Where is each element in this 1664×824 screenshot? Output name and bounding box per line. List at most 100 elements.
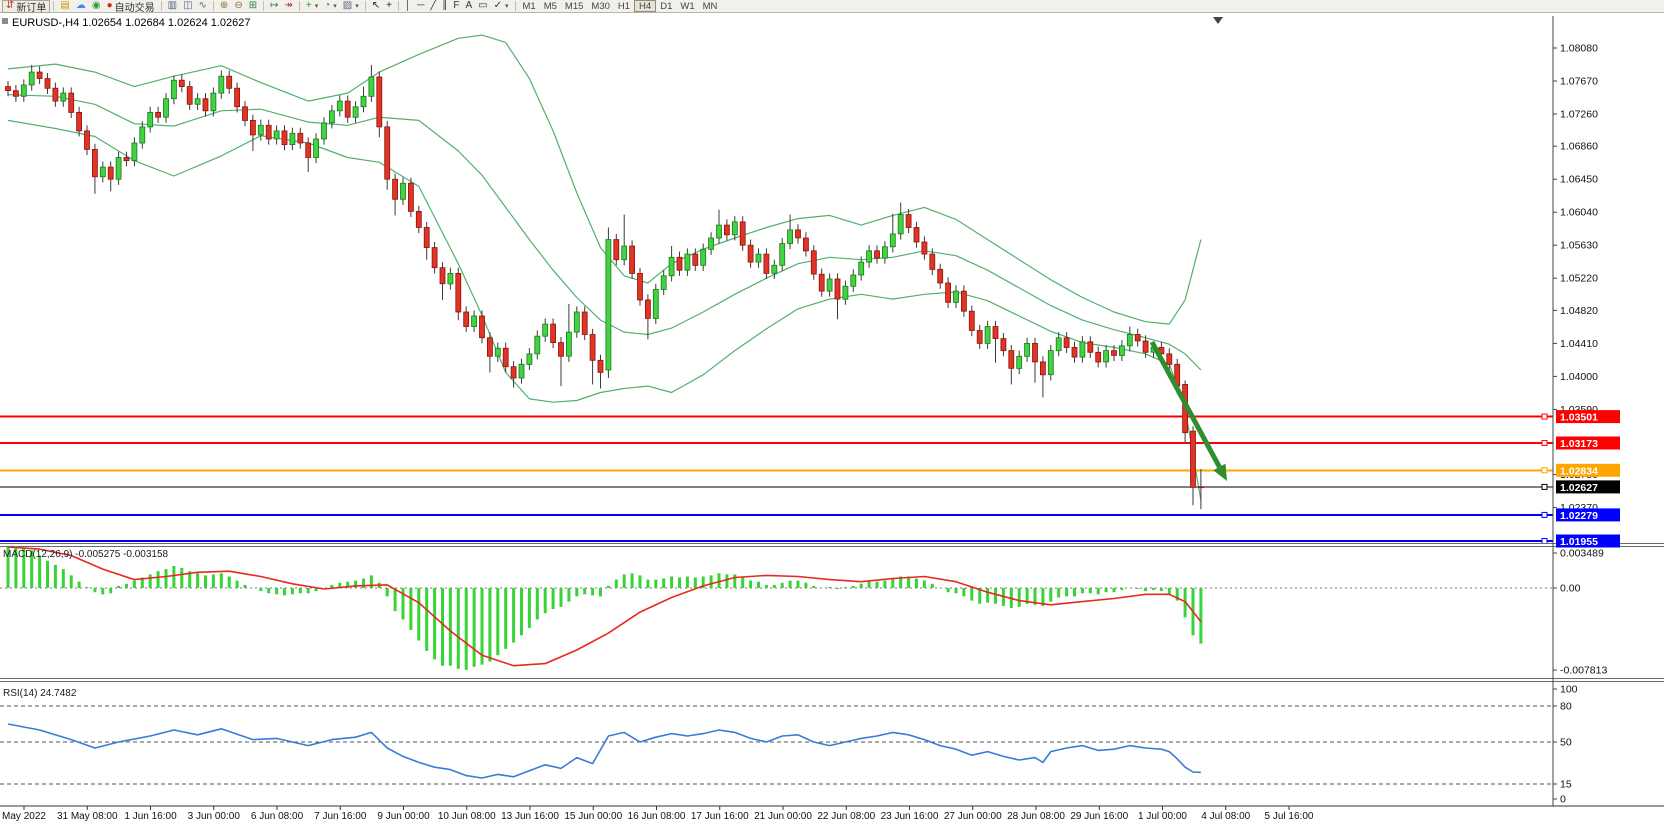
periods-button[interactable]: ◔▾ — [321, 0, 340, 12]
new-order-button[interactable]: ⇵新订单 — [2, 0, 50, 13]
equidistant-channel-button[interactable]: ∥ — [439, 0, 450, 12]
candle — [132, 143, 137, 161]
candle — [985, 327, 990, 344]
candle — [574, 312, 579, 332]
label-button[interactable]: ▭ — [475, 0, 490, 12]
candle — [385, 127, 390, 179]
price-line-handle[interactable] — [1542, 512, 1547, 517]
tile-windows-button[interactable]: ⊞ — [246, 0, 260, 12]
timeframe-mn[interactable]: MN — [699, 1, 722, 12]
price-line-handle[interactable] — [1542, 440, 1547, 445]
bar-chart-button[interactable]: ▥ — [165, 0, 180, 12]
time-tick-label: 6 Jun 08:00 — [251, 811, 304, 822]
candle — [882, 247, 887, 258]
price-line-badge-label: 1.02279 — [1560, 510, 1598, 522]
price-tick-label: 1.05220 — [1560, 273, 1598, 285]
candle — [424, 228, 429, 248]
timeframe-h1[interactable]: H1 — [614, 1, 634, 12]
candle — [669, 257, 674, 276]
timeframe-d1[interactable]: D1 — [656, 1, 676, 12]
candle — [456, 273, 461, 312]
macd-indicator-label: MACD(12,26,9) -0.005275 -0.003158 — [3, 549, 169, 560]
templates-button[interactable]: ▨▾ — [340, 0, 362, 12]
zoom-out-icon: ⊖ — [234, 1, 242, 11]
candle — [416, 211, 421, 227]
time-tick-label: 13 Jun 16:00 — [501, 811, 559, 822]
candle — [1048, 351, 1053, 375]
candle — [772, 265, 777, 273]
candle — [1127, 335, 1132, 346]
candle — [930, 254, 935, 269]
candle — [329, 111, 334, 123]
templates-icon: ▨ — [343, 1, 352, 11]
candle — [859, 262, 864, 275]
auto-scroll-button[interactable]: ↦ — [267, 0, 281, 12]
time-tick-label: 21 Jun 00:00 — [754, 811, 812, 822]
time-tick-label: 5 Jul 16:00 — [1265, 811, 1314, 822]
cursor-button[interactable]: ↖ — [369, 0, 383, 12]
candle — [203, 99, 208, 111]
timeframe-m15[interactable]: M15 — [561, 1, 587, 12]
candle — [258, 125, 263, 135]
text-button[interactable]: A — [462, 0, 475, 12]
timeframe-h4[interactable]: H4 — [634, 0, 656, 12]
fibonacci-icon: F — [453, 1, 459, 11]
timeframe-m30[interactable]: M30 — [587, 1, 613, 12]
candle — [645, 300, 650, 319]
candle — [298, 133, 303, 143]
signals-button[interactable]: ◉ — [89, 0, 104, 12]
price-line-handle[interactable] — [1542, 468, 1547, 473]
cloud-button[interactable]: ☁ — [73, 0, 89, 12]
auto-trading-button[interactable]: ●自动交易 — [104, 0, 158, 12]
timeframe-m5[interactable]: M5 — [540, 1, 561, 12]
indicators-button[interactable]: +▾ — [303, 0, 321, 12]
candle — [622, 246, 627, 260]
candle — [345, 101, 350, 117]
periods-icon: ◔ — [324, 1, 330, 11]
candle — [13, 91, 18, 97]
candle — [653, 290, 658, 319]
price-line-handle[interactable] — [1542, 484, 1547, 489]
arrows-button[interactable]: ✓▾ — [491, 0, 512, 12]
zoom-out-button[interactable]: ⊖ — [231, 0, 245, 12]
market-watch-button[interactable]: ▤ — [57, 0, 72, 12]
candle — [250, 120, 255, 134]
candle — [100, 167, 105, 177]
candle — [408, 183, 413, 211]
horizontal-line-button[interactable]: ─ — [414, 0, 427, 12]
candle — [1025, 343, 1030, 356]
horizontal-line-icon: ─ — [417, 1, 424, 11]
macd-tick-label: 0.00 — [1560, 583, 1581, 595]
price-line-handle[interactable] — [1542, 414, 1547, 419]
line-chart-button[interactable]: ∿ — [196, 0, 210, 12]
candle — [819, 274, 824, 291]
price-line-handle[interactable] — [1542, 539, 1547, 544]
toolbar-separator — [299, 1, 300, 11]
candle — [1064, 338, 1069, 348]
candle — [590, 335, 595, 361]
toolbar-separator — [263, 1, 264, 11]
trendline-button[interactable]: ╱ — [427, 0, 439, 12]
candle — [1191, 431, 1196, 487]
timeframe-w1[interactable]: W1 — [676, 1, 698, 12]
time-tick-label: 3 Jun 00:00 — [188, 811, 241, 822]
vertical-line-button[interactable]: │ — [402, 0, 414, 12]
chart-shift-button[interactable]: ↠ — [281, 0, 295, 12]
time-tick-label: 4 Jul 08:00 — [1201, 811, 1250, 822]
fibonacci-button[interactable]: F — [450, 0, 462, 12]
candle — [582, 312, 587, 335]
candle — [448, 273, 453, 284]
crosshair-button[interactable]: + — [383, 0, 395, 12]
trendline-icon: ╱ — [430, 1, 436, 11]
price-tick-label: 1.06040 — [1560, 207, 1598, 219]
candle — [314, 139, 319, 158]
zoom-in-button[interactable]: ⊕ — [217, 0, 231, 12]
candle — [1143, 341, 1148, 352]
toolbar-separator — [515, 1, 516, 11]
timeframe-m1[interactable]: M1 — [519, 1, 540, 12]
candle — [511, 367, 516, 378]
candle — [890, 234, 895, 247]
candle — [480, 316, 485, 338]
candle-chart-button[interactable]: ◫ — [180, 0, 195, 12]
price-line-badge-label: 1.02627 — [1560, 482, 1598, 494]
